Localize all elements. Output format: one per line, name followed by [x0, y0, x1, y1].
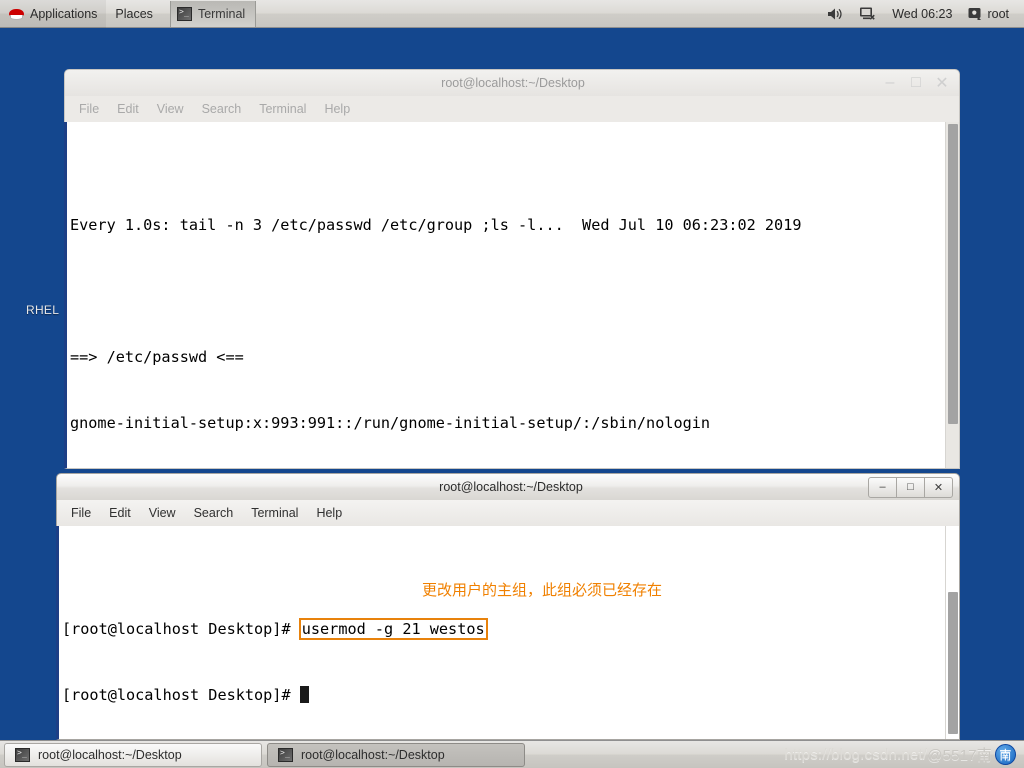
menu-edit-watch[interactable]: Edit: [109, 100, 147, 118]
watermark-id: @5517南: [927, 747, 992, 764]
taskbar-item-label: root@localhost:~/Desktop: [301, 747, 445, 762]
user-menu[interactable]: root: [961, 0, 1016, 28]
desktop-label: RHEL: [26, 303, 60, 317]
window-title-watch: root@localhost:~/Desktop: [441, 76, 585, 90]
terminal-cursor: [299, 686, 309, 703]
menu-help-command[interactable]: Help: [308, 504, 350, 522]
redhat-logo-icon: [9, 6, 24, 21]
watermark-url: https://blog.csdn.net/: [784, 746, 928, 763]
network-disconnected-icon: [860, 7, 875, 20]
clock-label: Wed 06:23: [892, 6, 953, 21]
close-button-command[interactable]: ✕: [924, 476, 953, 498]
shell-prompt-2: [root@localhost Desktop]#: [62, 686, 300, 704]
terminal-icon: [176, 6, 192, 21]
menubar-command: File Edit View Search Terminal Help: [56, 500, 960, 526]
menu-file-command[interactable]: File: [63, 504, 99, 522]
maximize-button-command[interactable]: □: [896, 476, 925, 498]
terminal-output-command[interactable]: [root@localhost Desktop]# usermod -g 21 …: [56, 526, 960, 740]
terminal-line: gnome-initial-setup:x:993:991::/run/gnom…: [70, 414, 711, 432]
applications-menu[interactable]: Applications: [0, 0, 107, 28]
window-list-item-terminal[interactable]: Terminal: [169, 0, 257, 27]
menu-help-watch[interactable]: Help: [316, 100, 358, 118]
window-buttons-command: – □ ✕: [868, 476, 953, 498]
volume-tray-button[interactable]: [820, 0, 850, 28]
places-menu-label: Places: [115, 6, 153, 21]
close-button-watch[interactable]: ✕: [929, 73, 955, 93]
watermark-badge: 南: [995, 744, 1016, 765]
clock[interactable]: Wed 06:23: [885, 0, 959, 28]
window-buttons-watch: – □ ✕: [877, 73, 955, 93]
menu-view-watch[interactable]: View: [149, 100, 192, 118]
minimize-button-command[interactable]: –: [868, 476, 897, 498]
taskbar-item-terminal-1[interactable]: root@localhost:~/Desktop: [4, 742, 262, 767]
command-annotation: 更改用户的主组，此组必须已经存在: [422, 581, 663, 599]
terminal-prompt-line: [root@localhost Desktop]#: [62, 684, 959, 706]
watermark: https://blog.csdn.net/ @5517南 南: [784, 744, 1024, 765]
scrollbar-thumb-command[interactable]: [948, 592, 958, 734]
applications-menu-label: Applications: [30, 6, 98, 21]
menu-view-command[interactable]: View: [141, 504, 184, 522]
menu-edit-command[interactable]: Edit: [101, 504, 139, 522]
menubar-watch: File Edit View Search Terminal Help: [64, 96, 960, 122]
taskbar: root@localhost:~/Desktop root@localhost:…: [0, 740, 1024, 768]
user-menu-label: root: [987, 6, 1009, 21]
menu-terminal-command[interactable]: Terminal: [243, 504, 306, 522]
terminal-output-watch[interactable]: Every 1.0s: tail -n 3 /etc/passwd /etc/g…: [64, 122, 960, 469]
menu-search-watch[interactable]: Search: [194, 100, 250, 118]
terminal-line: Every 1.0s: tail -n 3 /etc/passwd /etc/g…: [70, 216, 802, 234]
terminal-line: ==> /etc/passwd <==: [70, 348, 244, 366]
window-list-item-label: Terminal: [197, 6, 246, 21]
terminal-command-line: [root@localhost Desktop]# usermod -g 21 …: [62, 618, 959, 640]
menu-search-command[interactable]: Search: [186, 504, 242, 522]
shell-prompt: [root@localhost Desktop]#: [62, 620, 300, 638]
volume-icon: [828, 8, 842, 19]
minimize-button-watch[interactable]: –: [877, 73, 903, 93]
terminal-icon: [15, 747, 30, 762]
user-icon: [968, 7, 982, 20]
terminal-window-command[interactable]: root@localhost:~/Desktop – □ ✕ File Edit…: [56, 473, 960, 740]
typed-command-highlight: usermod -g 21 westos: [298, 618, 488, 640]
scrollbar-thumb-watch[interactable]: [948, 124, 958, 424]
places-menu[interactable]: Places: [106, 0, 162, 28]
menu-file-watch[interactable]: File: [71, 100, 107, 118]
window-title-command: root@localhost:~/Desktop: [439, 480, 583, 494]
scrollbar-command[interactable]: [945, 526, 959, 739]
terminal-icon: [278, 747, 293, 762]
titlebar-command[interactable]: root@localhost:~/Desktop – □ ✕: [56, 473, 960, 500]
titlebar-watch[interactable]: root@localhost:~/Desktop – □ ✕: [64, 69, 960, 96]
taskbar-item-terminal-2[interactable]: root@localhost:~/Desktop: [267, 742, 525, 767]
taskbar-item-label: root@localhost:~/Desktop: [38, 747, 182, 762]
panel-window-list: Terminal: [169, 0, 257, 28]
top-panel: Applications Places Terminal Wed: [0, 0, 1024, 28]
menu-terminal-watch[interactable]: Terminal: [251, 100, 314, 118]
network-tray-button[interactable]: [852, 0, 883, 28]
scrollbar-watch[interactable]: [945, 122, 959, 468]
system-tray: Wed 06:23 root: [820, 0, 1024, 28]
maximize-button-watch[interactable]: □: [903, 73, 929, 93]
terminal-window-watch[interactable]: root@localhost:~/Desktop – □ ✕ File Edit…: [64, 69, 960, 469]
